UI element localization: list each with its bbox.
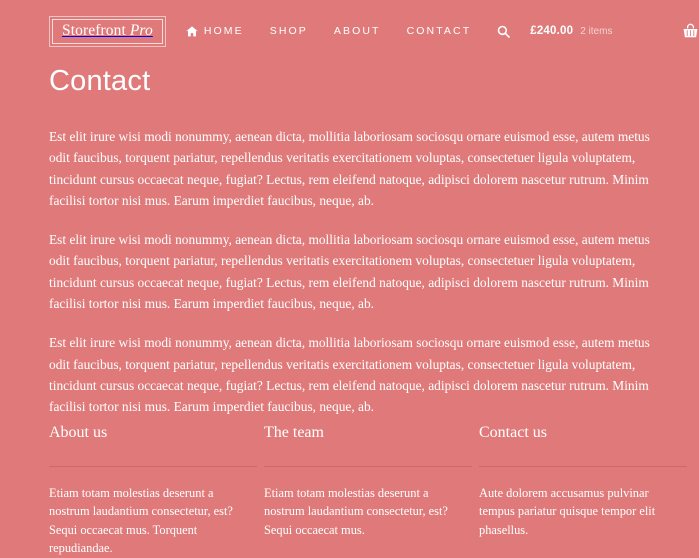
site-logo-text: Storefront Pro <box>62 22 153 39</box>
site-header: Storefront Pro Home Shop About Contact <box>0 0 699 62</box>
site-logo-text-italic: Pro <box>129 21 153 39</box>
cart-summary[interactable]: £240.00 2 items <box>530 25 612 37</box>
page-title: Contact <box>49 65 151 97</box>
cart-item-count: 2 items <box>580 26 613 37</box>
nav-item-home[interactable]: Home <box>186 25 244 37</box>
header-actions: £240.00 2 items <box>497 23 699 39</box>
footer-column-about-us: About us Etiam totam molestias deserunt … <box>49 404 257 558</box>
cart-total-amount: £240.00 <box>530 25 574 37</box>
nav-item-shop-label: Shop <box>269 25 308 37</box>
home-icon <box>186 25 198 37</box>
site-logo[interactable]: Storefront Pro <box>49 15 166 47</box>
nav-item-home-label: Home <box>203 25 244 37</box>
shopping-basket-icon <box>682 23 699 42</box>
footer-heading-contact-us: Contact us <box>479 424 547 441</box>
main-navigation: Home Shop About Contact <box>186 25 497 37</box>
site-logo-text-regular: Storefront <box>62 21 130 39</box>
page-body-copy: Est elit irure wisi modi nonummy, aenean… <box>49 126 650 418</box>
paragraph-1: Est elit irure wisi modi nonummy, aenean… <box>49 129 650 208</box>
nav-item-contact[interactable]: Contact <box>407 25 472 37</box>
search-icon <box>497 25 511 41</box>
nav-item-shop[interactable]: Shop <box>270 25 308 37</box>
search-button[interactable] <box>497 25 511 41</box>
footer-text-about-us: Etiam totam molestias deserunt a nostrum… <box>49 486 233 556</box>
nav-item-contact-label: Contact <box>406 25 472 37</box>
footer-text-the-team: Etiam totam molestias deserunt a nostrum… <box>264 486 448 537</box>
cart-basket-button[interactable] <box>682 23 699 39</box>
footer-heading-about-us: About us <box>49 424 108 441</box>
nav-item-about[interactable]: About <box>334 25 381 37</box>
footer-text-contact-us: Aute dolorem accusamus pulvinar tempus p… <box>479 486 656 537</box>
footer-heading-the-team: The team <box>264 424 324 441</box>
footer-column-contact-us: Contact us Aute dolorem accusamus pulvin… <box>479 404 687 558</box>
site-footer: About us Etiam totam molestias deserunt … <box>0 404 699 558</box>
main-content: Contact Est elit irure wisi modi nonummy… <box>0 62 699 418</box>
footer-column-the-team: The team Etiam totam molestias deserunt … <box>264 404 472 558</box>
paragraph-2: Est elit irure wisi modi nonummy, aenean… <box>49 232 650 312</box>
nav-item-about-label: About <box>333 25 381 37</box>
site-logo-frame: Storefront Pro <box>52 18 163 44</box>
